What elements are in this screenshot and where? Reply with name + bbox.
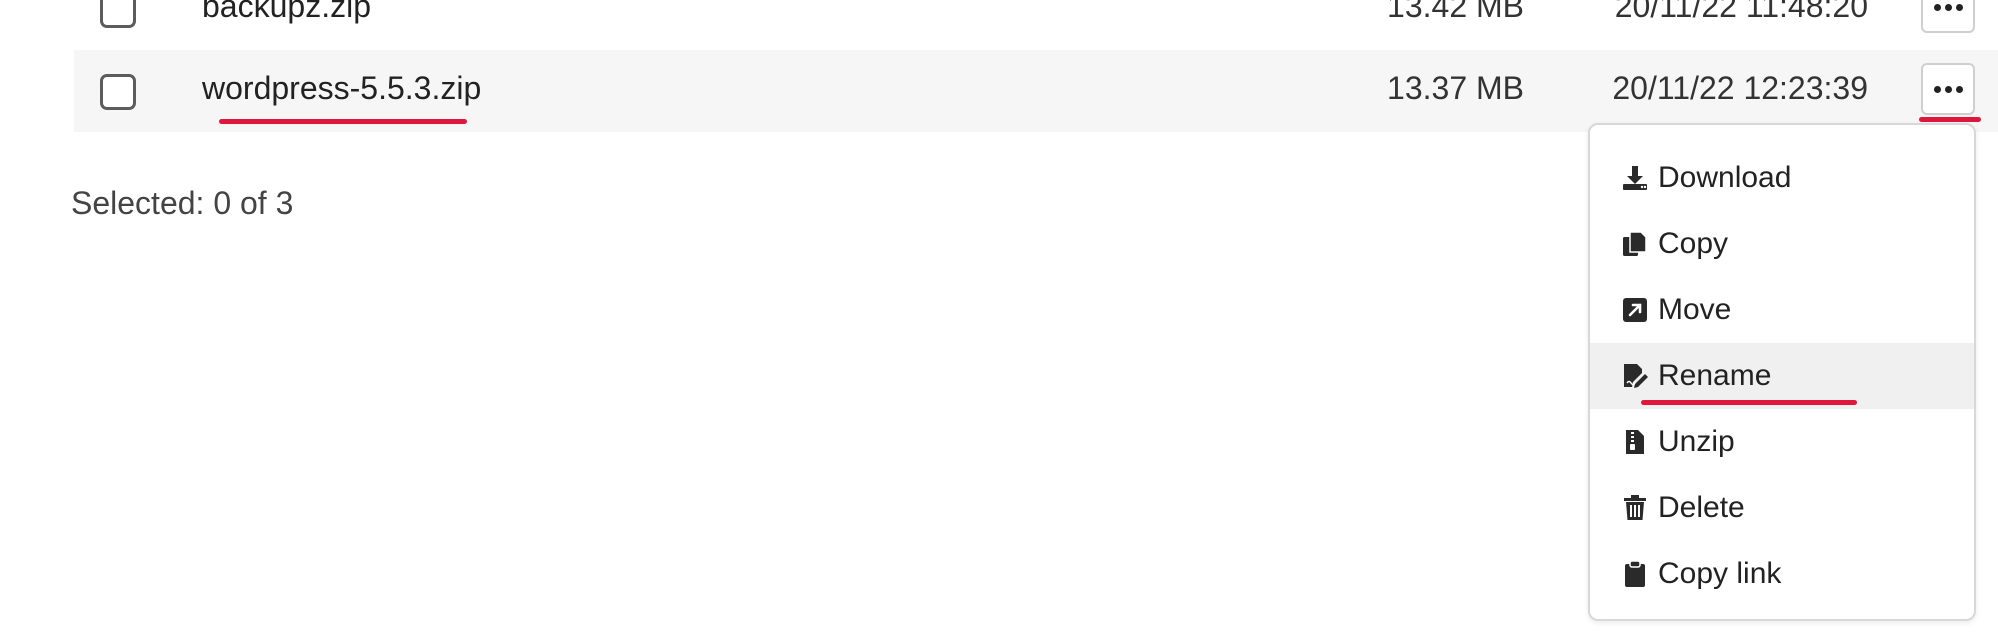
menu-item-copy-link[interactable]: Copy link [1590,541,1974,607]
file-size: 13.42 MB [1387,0,1524,24]
selection-status: Selected: 0 of 3 [71,185,294,221]
move-icon [1620,295,1650,325]
more-actions-button[interactable] [1921,63,1975,115]
row-checkbox[interactable] [100,0,136,28]
menu-item-label: Move [1658,293,1732,326]
file-size: 13.37 MB [1387,70,1524,106]
annotation-underline-rename [1641,400,1857,405]
more-actions-button[interactable] [1921,0,1975,33]
file-date: 20/11/22 11:48:20 [1614,0,1868,24]
menu-item-move[interactable]: Move [1590,277,1974,343]
menu-item-label: Copy [1658,227,1729,260]
unzip-icon [1620,427,1650,457]
context-menu: Download Copy Move Rename Unzip Delete C… [1588,123,1976,621]
menu-item-download[interactable]: Download [1590,145,1974,211]
menu-item-label: Copy link [1658,557,1782,590]
ellipsis-icon [1933,3,1963,11]
menu-item-label: Delete [1658,491,1745,524]
menu-item-label: Download [1658,161,1792,194]
menu-item-label: Unzip [1658,425,1735,458]
menu-item-label: Rename [1658,359,1772,392]
table-row[interactable]: backupz.zip 13.42 MB 20/11/22 11:48:20 [74,0,1998,52]
file-name[interactable]: wordpress-5.5.3.zip [202,70,481,107]
file-date: 20/11/22 12:23:39 [1612,70,1868,106]
menu-item-unzip[interactable]: Unzip [1590,409,1974,475]
menu-item-delete[interactable]: Delete [1590,475,1974,541]
menu-item-copy[interactable]: Copy [1590,211,1974,277]
row-checkbox[interactable] [100,74,136,110]
trash-icon [1620,493,1650,523]
annotation-underline-filename [219,119,467,124]
copy-icon [1620,229,1650,259]
file-name[interactable]: backupz.zip [202,0,371,25]
clipboard-icon [1620,559,1650,589]
ellipsis-icon [1933,85,1963,93]
annotation-underline-more-button [1919,117,1981,122]
download-icon [1620,163,1650,193]
rename-icon [1620,361,1650,391]
